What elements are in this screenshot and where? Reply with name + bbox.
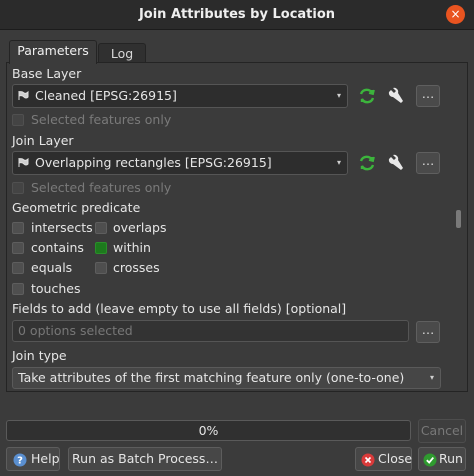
run-batch-button[interactable]: Run as Batch Process… [68,447,222,471]
fields-selector[interactable]: 0 options selected [12,320,409,342]
predicate-contains-checkbox[interactable] [12,242,24,254]
chevron-down-icon: ▾ [336,91,341,100]
predicate-contains-label: contains [31,240,84,255]
checkmark-icon [423,453,437,467]
join-layer-value: Overlapping rectangles [EPSG:26915] [35,155,272,170]
base-layer-label: Base Layer [12,66,82,81]
svg-text:?: ? [17,456,23,467]
window-close-button[interactable]: × [446,5,465,24]
fields-label: Fields to add (leave empty to use all fi… [12,301,347,316]
predicate-touches-label: touches [31,281,81,296]
iterate-features-icon[interactable] [356,152,378,174]
predicate-label: Geometric predicate [12,200,141,215]
base-selected-only-label: Selected features only [31,112,172,127]
run-label: Run [439,451,463,466]
fields-options-button[interactable]: … [416,321,440,343]
join-selected-only-label: Selected features only [31,180,172,195]
predicate-intersects-label: intersects [31,220,93,235]
tab-parameters[interactable]: Parameters [9,40,97,64]
predicate-intersects-checkbox[interactable] [12,222,24,234]
vector-layer-icon [18,158,29,167]
close-icon [361,453,375,467]
window-title: Join Attributes by Location [138,7,336,22]
cancel-button[interactable]: Cancel [418,419,466,443]
wrench-icon[interactable] [385,85,407,107]
progress-bar: 0% [6,420,411,441]
predicate-overlaps-checkbox[interactable] [95,222,107,234]
run-button[interactable]: Run [418,447,466,471]
predicate-crosses-checkbox[interactable] [95,262,107,274]
vector-layer-icon [18,91,29,100]
help-button[interactable]: ? Help [6,447,60,471]
panel-scrollbar[interactable] [456,210,461,228]
join-type-combo[interactable]: Take attributes of the first matching fe… [12,367,441,389]
base-layer-combo[interactable]: Cleaned [EPSG:26915] ▾ [12,84,348,108]
base-selected-only-checkbox[interactable] [12,114,24,126]
predicate-touches-checkbox[interactable] [12,283,24,295]
predicate-within-checkbox[interactable] [95,242,107,254]
join-layer-combo[interactable]: Overlapping rectangles [EPSG:26915] ▾ [12,151,348,175]
close-button[interactable]: Close [355,447,412,471]
help-icon: ? [13,453,27,467]
close-label: Close [378,451,413,466]
help-label: Help [31,451,60,466]
predicate-overlaps-label: overlaps [113,220,167,235]
base-layer-value: Cleaned [EPSG:26915] [35,88,177,103]
join-layer-label: Join Layer [12,133,74,148]
join-selected-only-checkbox[interactable] [12,182,24,194]
base-layer-options-button[interactable]: … [416,85,440,107]
join-layer-options-button[interactable]: … [416,152,440,174]
iterate-features-icon[interactable] [356,85,378,107]
predicate-crosses-label: crosses [113,260,160,275]
predicate-within-label: within [113,240,151,255]
chevron-down-icon: ▾ [336,158,341,167]
wrench-icon[interactable] [385,152,407,174]
join-type-value: Take attributes of the first matching fe… [18,370,405,385]
join-type-label: Join type [12,348,67,363]
chevron-down-icon: ▾ [429,373,434,382]
predicate-equals-label: equals [31,260,73,275]
predicate-equals-checkbox[interactable] [12,262,24,274]
